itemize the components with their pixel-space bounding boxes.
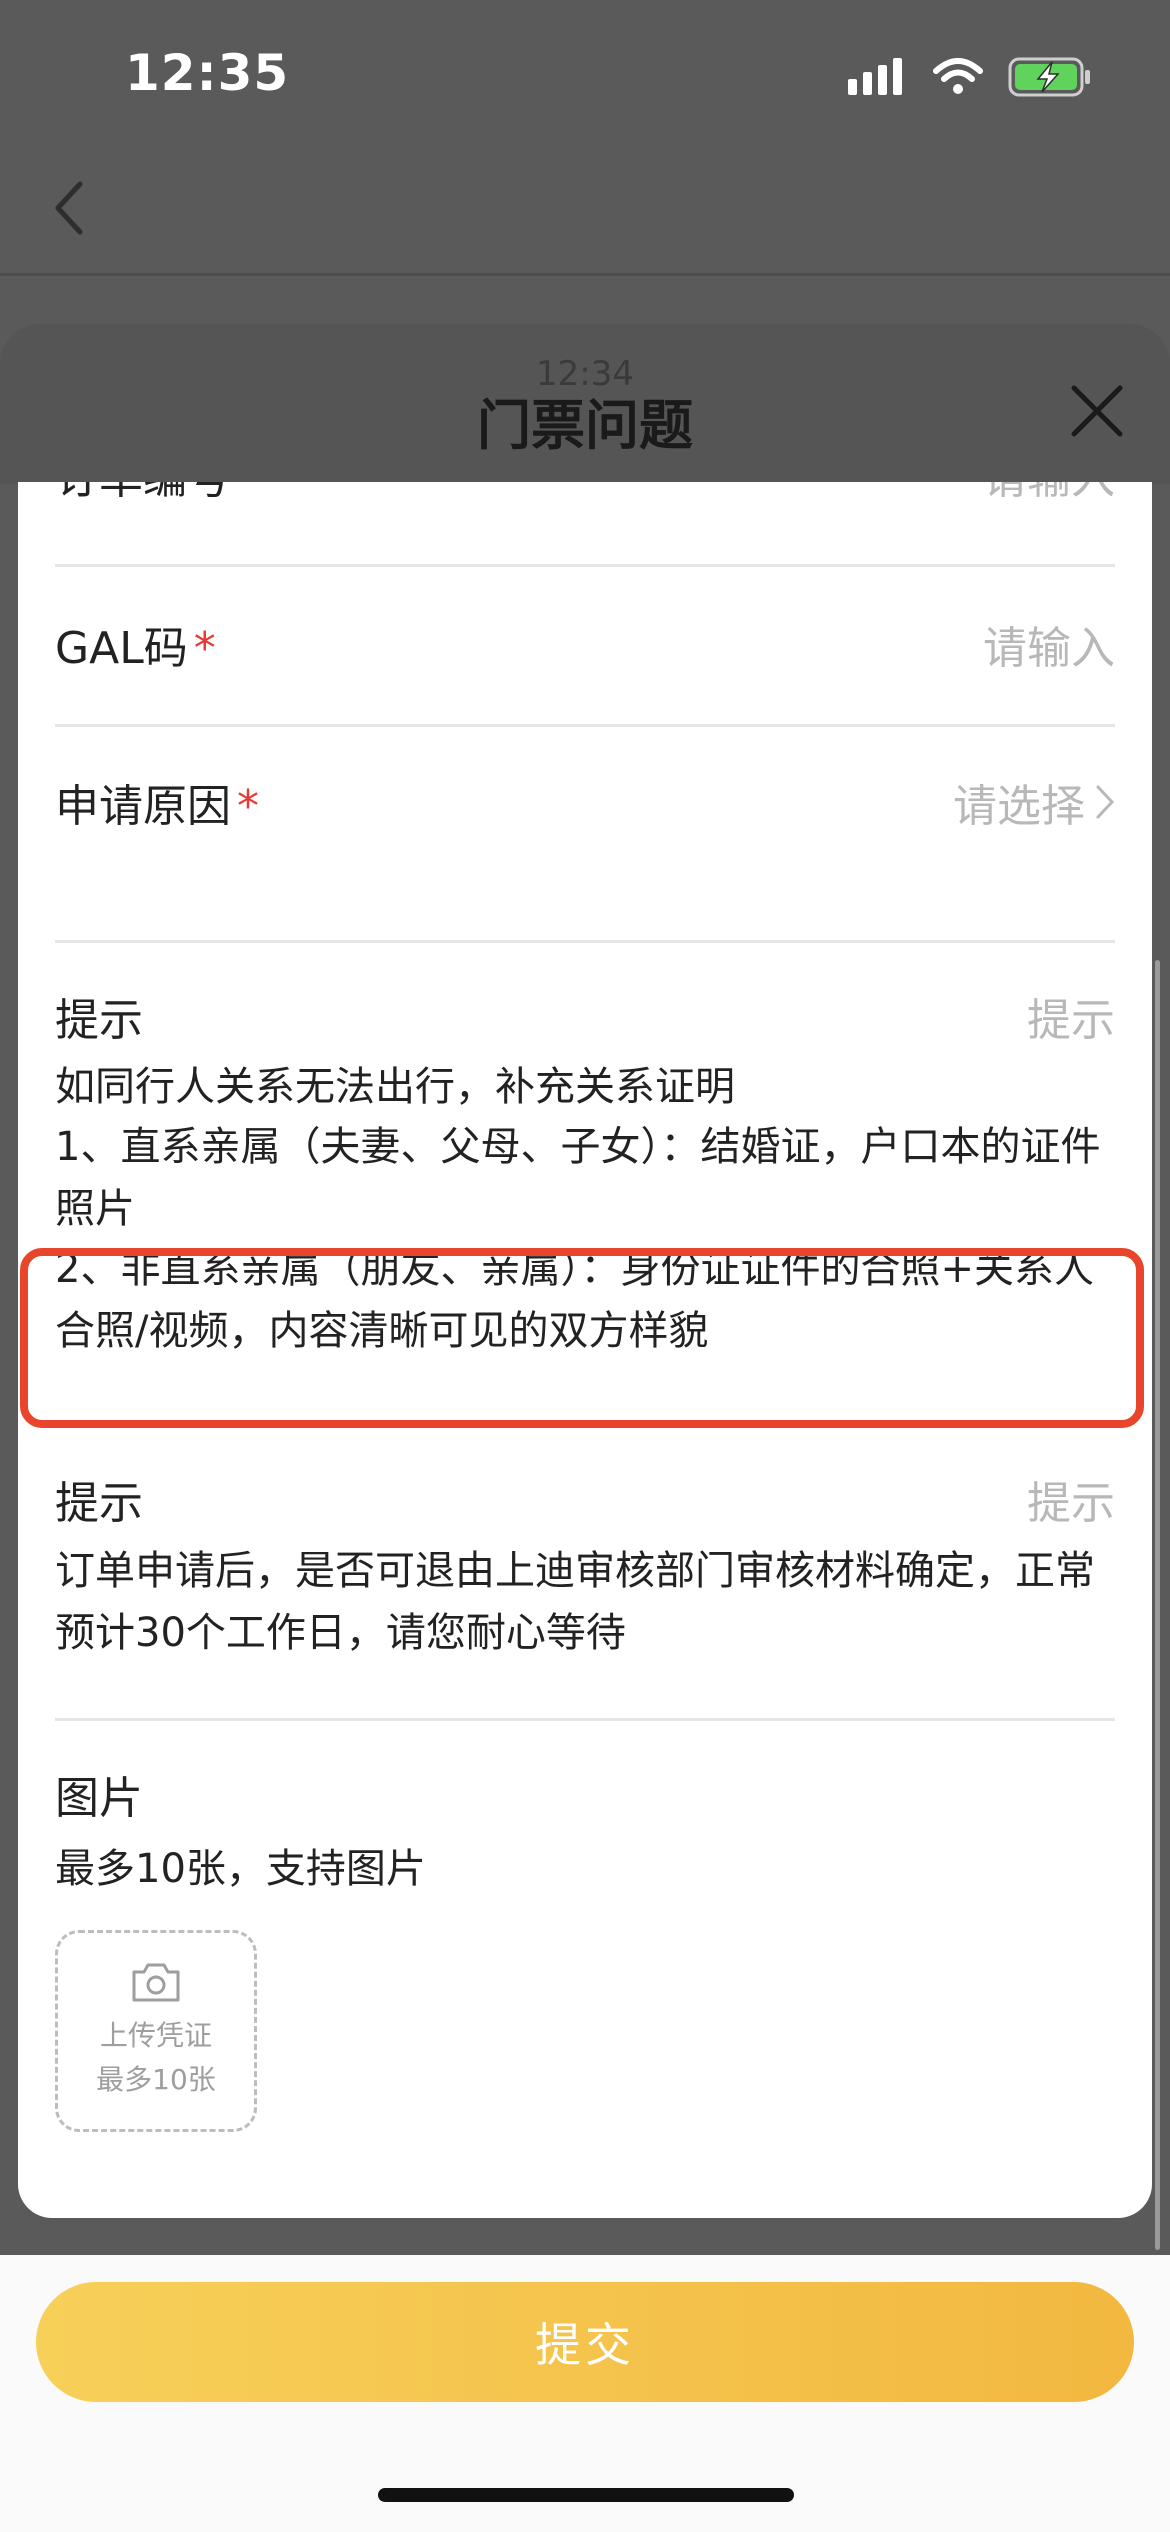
order-number-label: 订单编号 xyxy=(55,482,231,504)
submit-button[interactable]: 提交 xyxy=(36,2282,1134,2402)
sheet-header: 12:34 门票问题 xyxy=(0,324,1170,484)
status-icons xyxy=(846,52,1092,102)
upload-limit: 最多10张 xyxy=(96,2063,216,2096)
reason-row[interactable]: 申请原因 * 请选择 xyxy=(55,770,1115,834)
images-sub: 最多10张，支持图片 xyxy=(55,1846,426,1892)
reason-select[interactable]: 请选择 xyxy=(953,770,1115,834)
divider xyxy=(55,1718,1115,1721)
upload-button[interactable]: 上传凭证 最多10张 xyxy=(55,1930,257,2132)
sheet-title: 门票问题 xyxy=(477,394,693,457)
tip-header: 提示 提示 xyxy=(55,984,1115,1048)
required-mark: * xyxy=(237,781,259,832)
signal-icon xyxy=(848,58,902,95)
nav-divider xyxy=(0,273,1170,276)
images-label: 图片 xyxy=(55,1773,143,1824)
divider xyxy=(55,724,1115,727)
chevron-right-icon xyxy=(1096,785,1115,819)
tip-line: 1、直系亲属（夫妻、父母、子女）：结婚证，户口本的证件照片 xyxy=(55,1124,1101,1232)
home-indicator xyxy=(378,2488,794,2502)
status-time: 12:35 xyxy=(125,44,290,102)
close-icon[interactable] xyxy=(1068,382,1126,440)
images-header: 图片 xyxy=(55,1762,1115,1826)
tip-right-label: 提示 xyxy=(1027,995,1115,1046)
divider xyxy=(55,564,1115,567)
gal-code-input[interactable]: 请输入 xyxy=(983,612,1115,676)
tip-text: 订单申请后，是否可退由上迪审核部门审核材料确定，正常预计30个工作日，请您耐心等… xyxy=(55,1548,1095,1656)
order-number-row[interactable]: 订单编号 请输入 xyxy=(55,482,1115,506)
tip-right-label: 提示 xyxy=(1027,1478,1115,1529)
scrollbar[interactable] xyxy=(1155,960,1160,2250)
required-mark: * xyxy=(193,623,216,674)
tip-label: 提示 xyxy=(55,1478,143,1529)
upload-label: 上传凭证 xyxy=(99,2019,212,2052)
reason-select-placeholder: 请选择 xyxy=(953,781,1085,832)
reason-label: 申请原因 xyxy=(55,781,231,832)
tip-header: 提示 提示 xyxy=(55,1467,1115,1531)
camera-icon xyxy=(132,1963,180,2002)
tip-line: 如同行人关系无法出行，补充关系证明 xyxy=(55,1064,735,1110)
wifi-icon xyxy=(933,58,983,94)
gal-code-label: GAL码 xyxy=(55,623,188,674)
tip-label: 提示 xyxy=(55,995,143,1046)
highlight-box xyxy=(20,1248,1144,1428)
divider xyxy=(55,940,1115,943)
order-number-input[interactable]: 请输入 xyxy=(983,482,1115,506)
gal-code-row[interactable]: GAL码 * 请输入 xyxy=(55,612,1115,676)
battery-charging-icon xyxy=(1008,57,1090,97)
chevron-left-icon[interactable] xyxy=(50,178,90,238)
